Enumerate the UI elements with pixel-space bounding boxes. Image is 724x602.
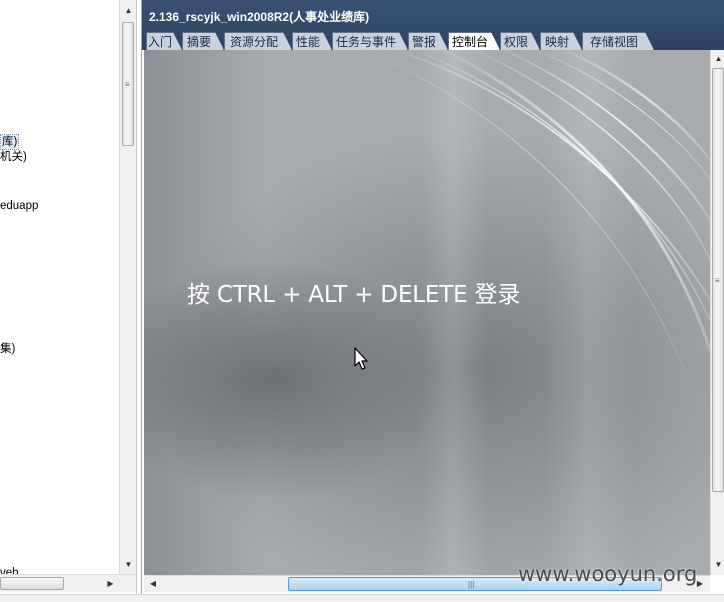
vm-title: 2.136_rscyjk_win2008R2(人事处业绩库) xyxy=(149,10,370,24)
scroll-down-arrow-icon[interactable]: ▼ xyxy=(120,556,136,573)
status-bar xyxy=(0,594,724,602)
tree-horizontal-scrollbar[interactable]: ▶ xyxy=(0,574,136,592)
console-vertical-scrollbar[interactable]: ▲ ≡ ▼ xyxy=(710,50,724,575)
tree-vertical-scrollbar[interactable]: ▲ ≡ ▼ xyxy=(119,0,136,574)
tree-node[interactable]: 机关) xyxy=(0,150,27,164)
tab-console[interactable]: 控制台 xyxy=(448,32,500,50)
tree-node-selected[interactable]: 库) xyxy=(0,134,20,150)
background-swoosh xyxy=(363,50,710,371)
login-hint-text: 按 CTRL + ALT + DELETE 登录 xyxy=(187,282,521,308)
vm-console-panel: 2.136_rscyjk_win2008R2(人事处业绩库) 入门 摘要 资源分… xyxy=(141,0,724,594)
tab-storage-views[interactable]: 存储视图 xyxy=(582,32,654,50)
tab-getting-started[interactable]: 入门 xyxy=(146,32,182,50)
watermark: www.wooyun.org xyxy=(518,562,698,586)
panel-header: 2.136_rscyjk_win2008R2(人事处业绩库) 入门 摘要 资源分… xyxy=(142,0,724,50)
scroll-up-arrow-icon[interactable]: ▲ xyxy=(120,2,136,19)
scroll-right-arrow-icon[interactable]: ▶ xyxy=(102,575,119,592)
tab-resource-allocation[interactable]: 资源分配 xyxy=(224,32,292,50)
tab-alarms[interactable]: 警报 xyxy=(408,32,448,50)
tab-permissions[interactable]: 权限 xyxy=(500,32,540,50)
tab-summary[interactable]: 摘要 xyxy=(182,32,224,50)
tab-tasks-events[interactable]: 任务与事件 xyxy=(332,32,408,50)
tree-node[interactable]: eduapp xyxy=(0,199,38,213)
scroll-thumb[interactable]: ≡ xyxy=(122,22,134,146)
arrow-cursor-icon xyxy=(354,347,368,370)
scroll-up-arrow-icon[interactable]: ▲ xyxy=(711,51,724,67)
grip-icon: ≡ xyxy=(125,80,130,89)
scroll-thumb[interactable]: ≡ xyxy=(712,68,724,492)
grip-icon: ≡ xyxy=(715,276,720,285)
tab-maps[interactable]: 映射 xyxy=(540,32,582,50)
scroll-thumb[interactable] xyxy=(0,577,64,590)
tab-strip: 入门 摘要 资源分配 性能 任务与事件 警报 控制台 权限 映射 存储视图 xyxy=(146,32,722,50)
scroll-down-arrow-icon[interactable]: ▼ xyxy=(711,557,724,573)
scroll-left-arrow-icon[interactable]: ◀ xyxy=(145,576,161,592)
tab-performance[interactable]: 性能 xyxy=(292,32,332,50)
tree-node[interactable]: 集) xyxy=(0,342,15,356)
grip-icon: ||| xyxy=(468,580,475,589)
inventory-tree-pane: 库) 机关) eduapp 集) veb ▲ ≡ ▼ ▶ xyxy=(0,0,137,594)
remote-console-screen[interactable]: 按 CTRL + ALT + DELETE 登录 xyxy=(144,50,710,575)
